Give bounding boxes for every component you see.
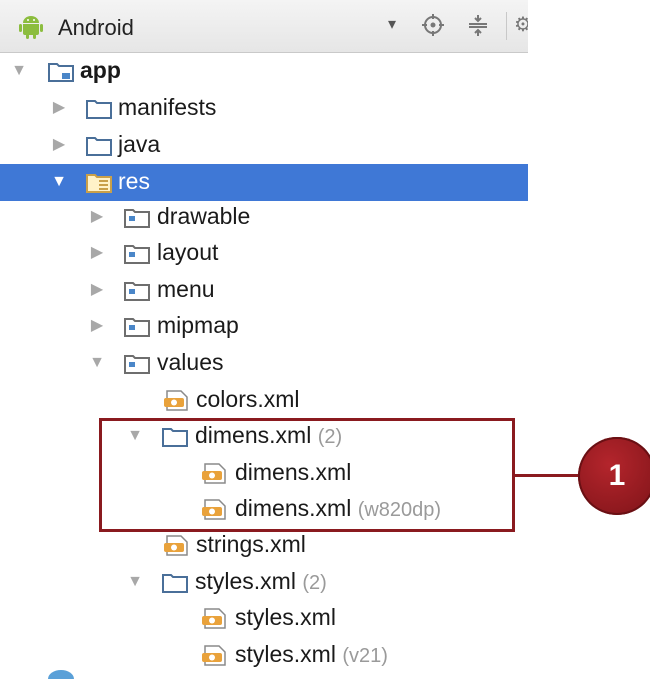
- android-icon: [19, 16, 43, 39]
- qualifier-label: (2): [302, 572, 327, 594]
- collapse-arrow-icon[interactable]: ▶: [88, 317, 106, 335]
- xml-file-icon: [164, 390, 188, 411]
- scroll-from-source-icon[interactable]: [422, 14, 444, 36]
- tree-item-label: styles.xml: [195, 568, 296, 594]
- tree-item-styles-xml[interactable]: styles.xml (v21): [0, 637, 528, 674]
- collapse-all-icon[interactable]: [466, 13, 490, 37]
- tree-item-res[interactable]: ▼ res: [0, 164, 528, 201]
- xml-file-icon: [164, 535, 188, 556]
- xml-file-icon: [202, 608, 226, 629]
- callout-connector-line: [515, 474, 581, 477]
- tree-item-label: drawable: [157, 203, 251, 229]
- tree-item-manifests[interactable]: ▶ manifests: [0, 90, 528, 127]
- tree-item-label: manifests: [118, 94, 217, 120]
- tree-item-menu[interactable]: ▶ menu: [0, 272, 528, 309]
- folder-icon: [86, 137, 112, 156]
- res-subfolder-icon: [124, 318, 150, 337]
- tree-item-colors-xml[interactable]: colors.xml: [0, 382, 528, 419]
- tree-item-label: menu: [157, 276, 215, 302]
- tree-item-label: values: [157, 349, 224, 375]
- chevron-down-icon[interactable]: ▾: [388, 14, 396, 34]
- res-subfolder-icon: [124, 245, 150, 264]
- xml-file-icon: [202, 645, 226, 666]
- expand-arrow-icon[interactable]: ▼: [50, 173, 68, 191]
- tree-item-styles-xml[interactable]: ▼ styles.xml (2): [0, 564, 528, 601]
- tree-item-label: strings.xml: [196, 531, 306, 557]
- tree-item-strings-xml[interactable]: strings.xml: [0, 527, 528, 564]
- collapse-arrow-icon[interactable]: ▶: [88, 244, 106, 262]
- folder-icon: [162, 574, 188, 593]
- qualifier-label: (v21): [342, 645, 388, 667]
- tree-item-mipmap[interactable]: ▶ mipmap: [0, 308, 528, 345]
- tree-item-label: app: [80, 57, 121, 83]
- toolbar-separator: [506, 12, 507, 40]
- tree-item-layout[interactable]: ▶ layout: [0, 235, 528, 272]
- collapse-arrow-icon[interactable]: ▶: [50, 99, 68, 117]
- tree-item-java[interactable]: ▶ java: [0, 127, 528, 164]
- tree-item-label: colors.xml: [196, 386, 300, 412]
- callout-badge: 1: [578, 437, 650, 515]
- tree-item-label: mipmap: [157, 312, 239, 338]
- expand-arrow-icon[interactable]: ▼: [126, 573, 144, 591]
- res-subfolder-icon: [124, 355, 150, 374]
- tree-item-styles-xml[interactable]: styles.xml: [0, 600, 528, 637]
- tree-item-app[interactable]: ▼ app: [0, 53, 528, 90]
- res-subfolder-icon: [124, 209, 150, 228]
- gear-icon[interactable]: ⚙: [514, 14, 528, 36]
- res-folder-icon: [86, 174, 112, 193]
- tree-item-label: layout: [157, 239, 219, 265]
- tree-item-drawable[interactable]: ▶ drawable: [0, 199, 528, 236]
- callout-highlight-box: [99, 418, 515, 532]
- collapse-arrow-icon[interactable]: ▶: [88, 208, 106, 226]
- res-subfolder-icon: [124, 282, 150, 301]
- tree-item-values[interactable]: ▼ values: [0, 345, 528, 382]
- collapse-arrow-icon[interactable]: ▶: [50, 136, 68, 154]
- tree-item-label: styles.xml: [235, 604, 336, 630]
- expand-arrow-icon[interactable]: ▼: [10, 62, 28, 80]
- collapse-arrow-icon[interactable]: ▶: [88, 281, 106, 299]
- tree-item-label: res: [118, 168, 150, 194]
- module-folder-icon: [48, 63, 74, 82]
- view-selector-label[interactable]: Android: [58, 15, 134, 41]
- tree-item-label: java: [118, 131, 161, 157]
- expand-arrow-icon[interactable]: ▼: [88, 354, 106, 372]
- tree-item-label: styles.xml: [235, 641, 336, 667]
- folder-icon: [86, 100, 112, 119]
- project-toolbar: Android ▾ ⚙: [0, 0, 528, 53]
- partial-icon: [48, 670, 74, 679]
